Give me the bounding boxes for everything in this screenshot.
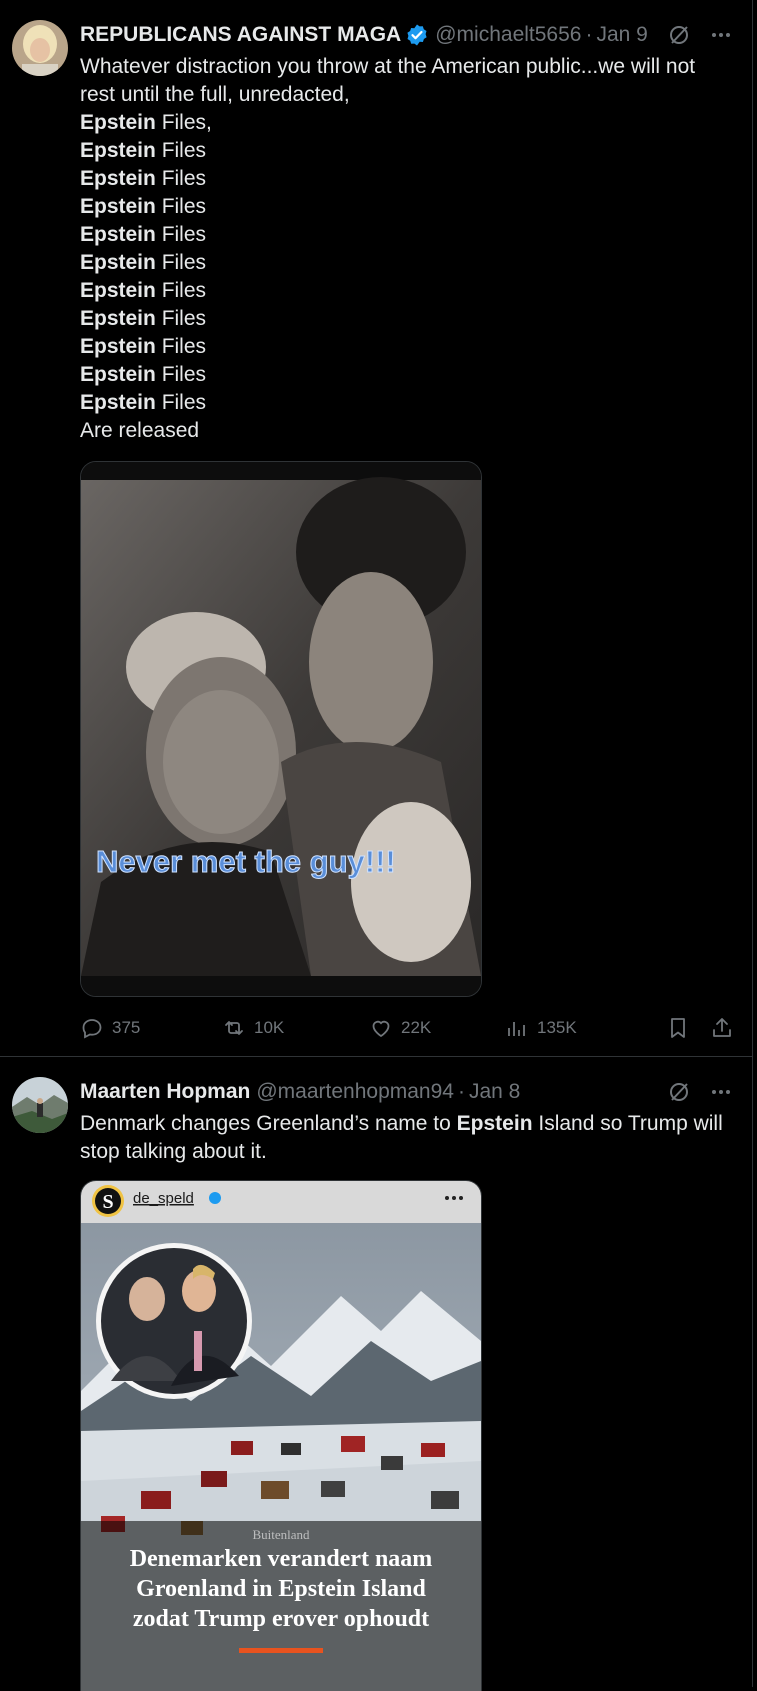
heart-icon: [372, 1020, 390, 1038]
author-handle[interactable]: @michaelt5656: [435, 23, 581, 47]
headline-line-3: zodat Trump erover ophoudt: [133, 1606, 429, 1632]
tweet-text-line: Epstein Files: [80, 223, 207, 246]
verified-badge-icon: [209, 1192, 221, 1204]
like-count: 22K: [401, 1018, 432, 1037]
share-icon: [713, 1018, 731, 1037]
tweet-text: Denmark changes Greenland’s name to Epst…: [80, 1112, 723, 1163]
timeline-feed: REPUBLICANS AGAINST MAGA @michaelt5656 ·…: [0, 0, 753, 1691]
tweet-text-line: Epstein Files: [80, 251, 207, 274]
view-count: 135K: [537, 1018, 577, 1037]
headline-line-1: Denemarken verandert naam: [130, 1546, 433, 1572]
tweet-text: Whatever distraction you throw at the Am…: [80, 53, 734, 445]
avatar[interactable]: [12, 1077, 68, 1133]
headline-line-2: Groenland in Epstein Island: [136, 1576, 426, 1602]
tweet-text-line: Epstein Files: [80, 335, 207, 358]
tweet-text-line: Epstein Files: [80, 139, 207, 162]
tweet-media-image[interactable]: S de_speld Buitenland Denemarken verande…: [80, 1180, 482, 1691]
bookmark-button[interactable]: [666, 1016, 690, 1040]
tweet-text-outro: Are released: [80, 419, 200, 442]
tweet-text-line: Epstein Files: [80, 307, 207, 330]
tweet[interactable]: Maarten Hopman @maartenhopman94 · Jan 8 …: [0, 1057, 752, 1691]
share-button[interactable]: [710, 1016, 734, 1040]
account-logo: S: [102, 1191, 113, 1213]
tweet-header: REPUBLICANS AGAINST MAGA @michaelt5656 ·…: [80, 20, 734, 50]
author-name[interactable]: REPUBLICANS AGAINST MAGA: [80, 23, 401, 47]
repost-count: 10K: [254, 1018, 285, 1037]
reply-icon: [82, 1019, 102, 1039]
like-button[interactable]: 22K: [369, 1016, 505, 1040]
bookmark-icon: [671, 1018, 685, 1038]
tweet-media-image[interactable]: Never met the guy!!!: [80, 461, 482, 997]
separator-dot: ·: [585, 23, 593, 46]
tweet-text-line: Epstein Files: [80, 391, 207, 414]
tweet-actions: 375 10K 22K 135K: [80, 1013, 734, 1043]
tweet-text-line: Epstein Files: [80, 363, 207, 386]
grok-icon[interactable]: [666, 22, 692, 48]
repost-button[interactable]: 10K: [222, 1016, 369, 1040]
more-options-icon[interactable]: [708, 22, 734, 48]
tweet-header: Maarten Hopman @maartenhopman94 · Jan 8: [80, 1077, 734, 1107]
more-options-icon[interactable]: [708, 1079, 734, 1105]
media-caption: Never met the guy!!!: [96, 844, 396, 879]
avatar[interactable]: [12, 20, 68, 76]
tweet-date[interactable]: Jan 9: [596, 23, 647, 47]
separator-dot: ·: [457, 1080, 465, 1103]
views-button[interactable]: 135K: [505, 1016, 650, 1040]
account-name: de_speld: [133, 1190, 194, 1207]
tweet-text-line: Epstein Files: [80, 279, 207, 302]
headline-accent-bar: [239, 1648, 323, 1653]
tweet-text-intro: Whatever distraction you throw at the Am…: [80, 55, 696, 106]
tweet-text-line: Epstein Files: [80, 167, 207, 190]
reply-button[interactable]: 375: [80, 1016, 222, 1040]
grok-icon[interactable]: [666, 1079, 692, 1105]
author-name[interactable]: Maarten Hopman: [80, 1080, 250, 1104]
reply-count: 375: [112, 1018, 141, 1037]
tweet-text-line: Epstein Files,: [80, 111, 212, 134]
tweet-text-line: Epstein Files: [80, 195, 207, 218]
section-label: Buitenland: [252, 1527, 310, 1542]
tweet-date[interactable]: Jan 8: [469, 1080, 520, 1104]
verified-badge-icon: [405, 23, 429, 47]
repost-icon: [225, 1021, 243, 1035]
tweet[interactable]: REPUBLICANS AGAINST MAGA @michaelt5656 ·…: [0, 0, 752, 1057]
views-chart-icon: [508, 1022, 525, 1036]
author-handle[interactable]: @maartenhopman94: [256, 1080, 454, 1104]
